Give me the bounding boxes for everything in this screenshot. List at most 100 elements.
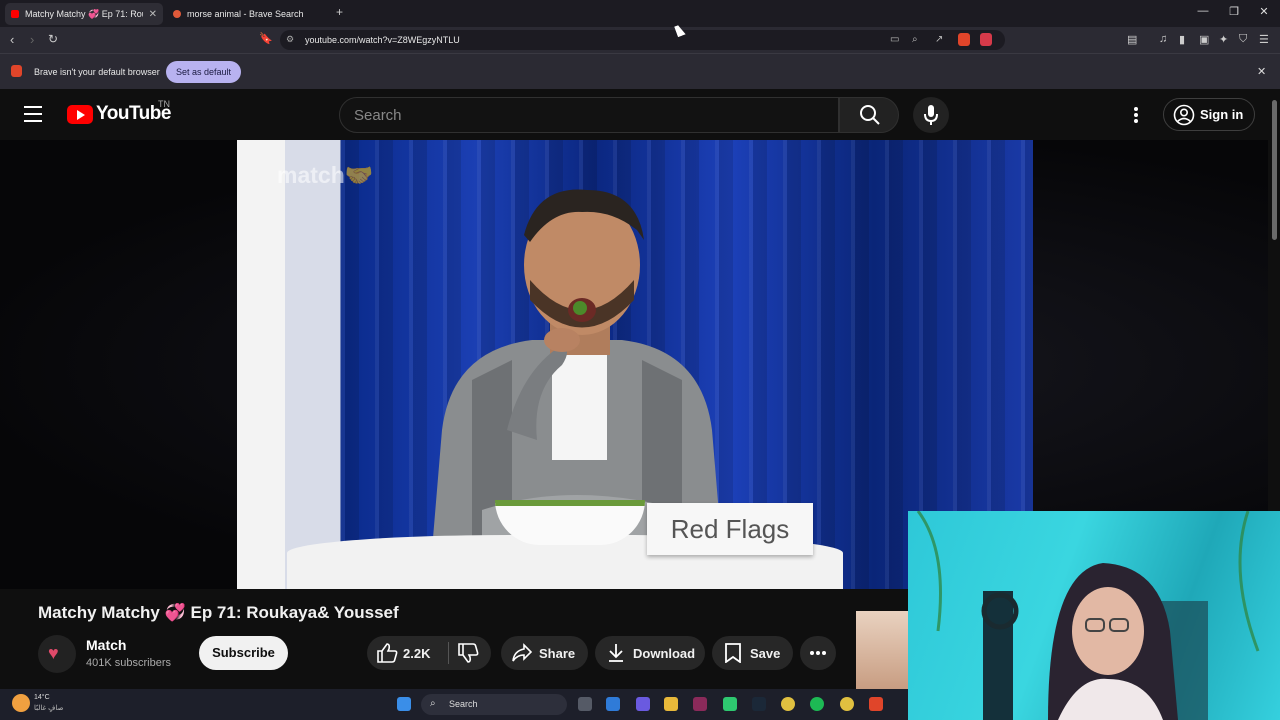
url-field[interactable]: ⚙ youtube.com/watch?v=Z8WEgzyNTLU ▭ ⌕ ↗ — [280, 30, 1005, 50]
voice-search-button[interactable] — [913, 97, 949, 133]
zoom-icon[interactable]: ⌕ — [912, 34, 918, 45]
hamburger-menu-icon[interactable] — [24, 106, 42, 122]
bookmark-icon[interactable]: 🔖 — [259, 32, 273, 45]
more-actions-button[interactable] — [800, 636, 836, 670]
like-button[interactable]: 2.2K — [367, 636, 448, 670]
heart-emoji-icon: 💞 — [164, 603, 186, 622]
tab-title: Matchy Matchy 💞 Ep 71: Roukaya — [25, 8, 143, 19]
restore-icon[interactable]: ❐ — [1226, 5, 1242, 18]
brave-logo-icon — [11, 65, 22, 77]
task-view-icon[interactable] — [578, 697, 592, 711]
recommended-video-thumbnail[interactable] — [856, 611, 908, 689]
thumbs-up-icon — [377, 643, 398, 663]
minimize-icon[interactable]: — — [1195, 5, 1211, 17]
search-input[interactable]: Search — [339, 97, 839, 133]
panel-icon[interactable]: ▮ — [1179, 33, 1185, 46]
youtube-header: YouTube TN Search Sign in — [0, 89, 1280, 140]
menu-icon[interactable]: ☰ — [1259, 33, 1269, 46]
close-tab-icon[interactable]: ✕ — [149, 9, 157, 20]
youtube-logo-icon[interactable] — [67, 105, 93, 124]
android-app-icon[interactable] — [723, 697, 737, 711]
wallet-icon[interactable]: ▣ — [1199, 33, 1209, 46]
leo-ai-icon[interactable]: ✦ — [1219, 33, 1228, 46]
search-icon — [860, 105, 880, 125]
set-default-button[interactable]: Set as default — [166, 61, 241, 83]
brave-shields-icon[interactable] — [958, 33, 970, 46]
sidebar-toggle-icon[interactable]: ▤ — [1127, 33, 1137, 46]
like-count: 2.2K — [403, 646, 431, 661]
like-dislike-group: 2.2K — [367, 636, 491, 670]
tab-title: morse animal - Brave Search — [187, 9, 304, 19]
infobar-message: Brave isn't your default browser — [34, 67, 160, 77]
sign-in-button[interactable]: Sign in — [1163, 98, 1255, 131]
steam-icon[interactable] — [752, 697, 766, 711]
taskbar-search[interactable]: ⌕ Search — [421, 694, 567, 715]
save-label: Save — [750, 646, 781, 661]
account-icon — [1173, 104, 1195, 126]
search-button[interactable] — [839, 97, 899, 133]
forward-icon[interactable]: › — [30, 32, 34, 47]
youtube-favicon-icon — [11, 10, 19, 18]
scrollbar-thumb[interactable] — [1272, 100, 1277, 240]
windows-taskbar: 14°C صافٍ غالبًا ⌕ Search — [0, 689, 908, 720]
cast-icon[interactable]: ▭ — [890, 34, 899, 45]
taskbar-search-label: Search — [449, 699, 478, 709]
close-infobar-icon[interactable]: ✕ — [1257, 65, 1266, 78]
reload-icon[interactable]: ↻ — [48, 32, 58, 46]
share-button[interactable]: Share — [501, 636, 588, 670]
salad-bowl — [495, 500, 645, 545]
default-browser-infobar: Brave isn't your default browser Set as … — [0, 53, 1280, 89]
chrome-icon[interactable] — [781, 697, 795, 711]
microphone-icon — [924, 105, 938, 125]
webcam-overlay — [908, 511, 1280, 720]
browser-tab-bar: Matchy Matchy 💞 Ep 71: Roukaya ✕ morse a… — [0, 0, 1280, 27]
share-label: Share — [539, 646, 576, 661]
share-page-icon[interactable]: ↗ — [935, 34, 943, 45]
url-text: youtube.com/watch?v=Z8WEgzyNTLU — [305, 35, 460, 45]
brave-browser-icon[interactable] — [869, 697, 883, 711]
save-button[interactable]: Save — [712, 636, 793, 670]
channel-avatar[interactable] — [38, 635, 76, 673]
thumbs-down-icon — [458, 643, 479, 663]
tab-youtube[interactable]: Matchy Matchy 💞 Ep 71: Roukaya ✕ — [5, 3, 163, 25]
channel-name[interactable]: Match — [86, 637, 126, 653]
temperature: 14°C — [34, 694, 50, 701]
brave-rewards-icon[interactable] — [980, 33, 992, 46]
subscriber-count: 401K subscribers — [86, 657, 171, 669]
red-flags-placard: Red Flags — [647, 503, 813, 555]
video-frame-person — [432, 189, 722, 550]
site-info-icon[interactable]: ⚙ — [286, 34, 294, 45]
dislike-button[interactable] — [449, 636, 491, 670]
download-icon — [609, 644, 623, 662]
share-icon — [512, 643, 533, 662]
close-window-icon[interactable]: ✕ — [1256, 5, 1272, 18]
outlook-icon[interactable] — [606, 697, 620, 711]
address-toolbar: ‹ › ↻ 🔖 ⚙ youtube.com/watch?v=Z8WEgzyNTL… — [0, 27, 1280, 53]
download-button[interactable]: Download — [595, 636, 705, 670]
tab-brave-search[interactable]: morse animal - Brave Search — [167, 3, 327, 25]
taskbar-search-icon: ⌕ — [430, 698, 436, 709]
more-options-icon[interactable] — [1133, 106, 1139, 124]
windows-start-icon[interactable] — [397, 697, 411, 711]
download-label: Download — [633, 646, 696, 661]
webcam-scene — [916, 511, 1260, 720]
weather-description: صافٍ غالبًا — [34, 705, 64, 712]
file-explorer-icon[interactable] — [664, 697, 678, 711]
spotify-icon[interactable] — [810, 697, 824, 711]
sign-in-label: Sign in — [1200, 107, 1244, 122]
video-title-start: Matchy Matchy — [38, 603, 165, 622]
video-title: Matchy Matchy 💞 Ep 71: Roukaya& Youssef — [38, 603, 399, 623]
region-code: TN — [158, 99, 170, 109]
chrome-profile-icon[interactable] — [840, 697, 854, 711]
bookmark-save-icon — [725, 643, 741, 663]
editor-app-icon[interactable] — [693, 697, 707, 711]
vpn-icon[interactable]: ⛉ — [1239, 33, 1247, 46]
back-icon[interactable]: ‹ — [10, 32, 14, 47]
discord-icon[interactable] — [636, 697, 650, 711]
media-icon[interactable]: ♫ — [1159, 33, 1167, 45]
channel-watermark: match🤝 — [277, 162, 374, 188]
weather-icon[interactable] — [12, 694, 30, 712]
new-tab-button[interactable]: + — [336, 5, 343, 19]
subscribe-button[interactable]: Subscribe — [199, 636, 288, 670]
video-title-end: Ep 71: Roukaya& Youssef — [185, 603, 399, 622]
